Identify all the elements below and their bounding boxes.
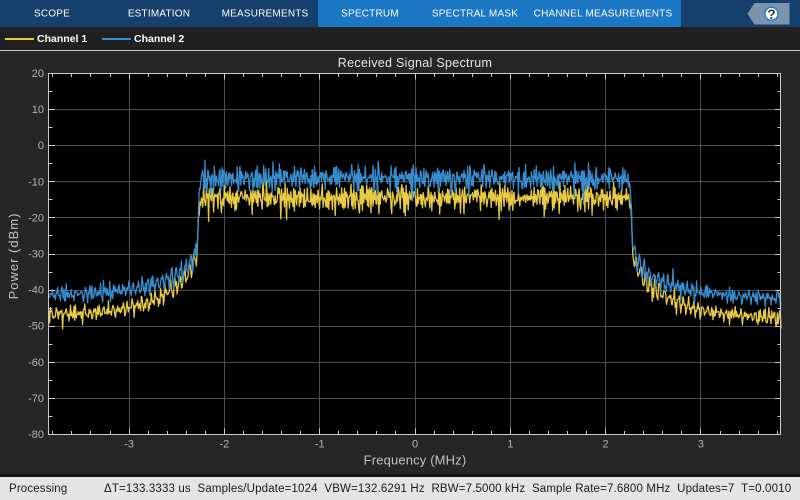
svg-text:20: 20 (32, 68, 44, 80)
svg-text:-60: -60 (28, 357, 44, 369)
svg-text:?: ? (767, 7, 775, 22)
svg-text:Frequency (MHz): Frequency (MHz) (364, 453, 467, 468)
svg-text:-2: -2 (220, 439, 230, 451)
svg-text:-80: -80 (28, 429, 44, 441)
svg-text:10: 10 (32, 104, 44, 116)
svg-text:-40: -40 (28, 285, 44, 297)
svg-text:-3: -3 (124, 439, 134, 451)
svg-text:-50: -50 (28, 321, 44, 333)
svg-text:0: 0 (412, 439, 418, 451)
svg-text:-20: -20 (28, 212, 44, 224)
svg-text:-30: -30 (28, 249, 44, 261)
svg-text:-10: -10 (28, 176, 44, 188)
svg-text:3: 3 (698, 439, 704, 451)
svg-text:0: 0 (38, 140, 44, 152)
svg-text:-70: -70 (28, 393, 44, 405)
svg-text:Received Signal Spectrum: Received Signal Spectrum (338, 56, 493, 70)
svg-text:-1: -1 (315, 439, 325, 451)
svg-text:Power (dBm): Power (dBm) (6, 213, 21, 300)
svg-text:1: 1 (507, 439, 513, 451)
svg-text:2: 2 (603, 439, 609, 451)
